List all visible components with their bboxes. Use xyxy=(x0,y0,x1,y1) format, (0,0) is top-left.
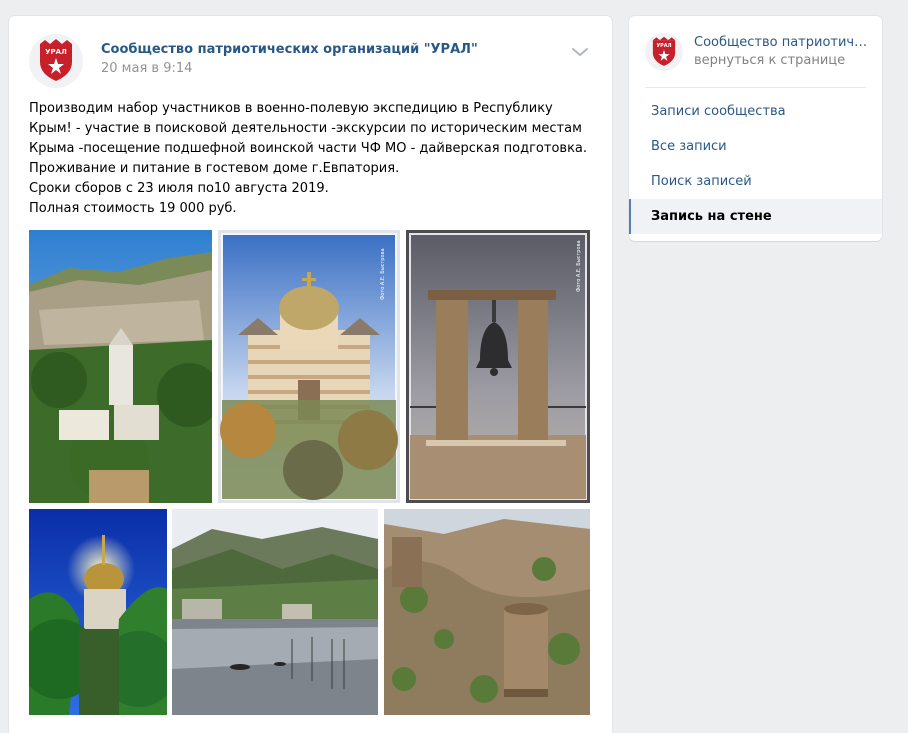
post-text-line: Полная стоимость 19 000 руб. xyxy=(29,201,237,216)
photo-cliff-monastery[interactable] xyxy=(29,230,212,503)
post-text-line: Крым! - участие в поисковой деятельности… xyxy=(29,121,582,136)
ural-logo: УРАЛ xyxy=(652,36,676,66)
post-avatar[interactable]: УРАЛ xyxy=(29,34,83,88)
photo-watermark: Фото А.Е. Быстрова xyxy=(576,240,582,292)
photo-cathedral[interactable]: Фото А.Е. Быстрова xyxy=(218,230,400,503)
sidebar-item-all-posts[interactable]: Все записи xyxy=(629,129,882,164)
logo-text: УРАЛ xyxy=(45,48,67,56)
community-sidebar: УРАЛ Сообщество патриотические организац… xyxy=(629,16,882,241)
post-author-link[interactable]: Сообщество патриотических организаций "У… xyxy=(101,42,478,57)
post-text-line: Производим набор участников в военно-пол… xyxy=(29,101,553,116)
post-card: УРАЛ Сообщество патриотических организац… xyxy=(9,16,612,733)
sidebar-item-wall-post[interactable]: Запись на стене xyxy=(629,199,882,234)
community-avatar[interactable]: УРАЛ xyxy=(645,33,683,71)
post-text-line: Проживание и питание в гостевом доме г.Е… xyxy=(29,161,400,176)
post-text-line: Крыма -посещение подшефной воинской част… xyxy=(29,141,588,156)
photo-dome[interactable] xyxy=(29,509,167,715)
community-name-link[interactable]: Сообщество патриотические организации "У… xyxy=(694,35,869,50)
logo-text: УРАЛ xyxy=(656,43,671,49)
post-text: Производим набор участников в военно-пол… xyxy=(29,99,589,219)
post-date[interactable]: 20 мая в 9:14 xyxy=(101,61,192,76)
back-to-page-link[interactable]: вернуться к странице xyxy=(694,53,845,68)
sidebar-item-community-posts[interactable]: Записи сообщества xyxy=(629,94,882,129)
photo-bay[interactable] xyxy=(172,509,378,715)
photo-bell[interactable]: Фото А.Е. Быстрова xyxy=(406,230,590,503)
sidebar-menu: Записи сообщества Все записи Поиск запис… xyxy=(629,94,882,234)
photo-watermark: Фото А.Е. Быстрова xyxy=(380,248,386,300)
chevron-down-icon[interactable] xyxy=(571,44,589,58)
photo-fortress-ruins[interactable] xyxy=(384,509,590,715)
sidebar-item-search-posts[interactable]: Поиск записей xyxy=(629,164,882,199)
divider xyxy=(645,87,866,88)
ural-logo: УРАЛ xyxy=(40,39,72,81)
post-text-line: Сроки сборов с 23 июля по10 августа 2019… xyxy=(29,181,329,196)
